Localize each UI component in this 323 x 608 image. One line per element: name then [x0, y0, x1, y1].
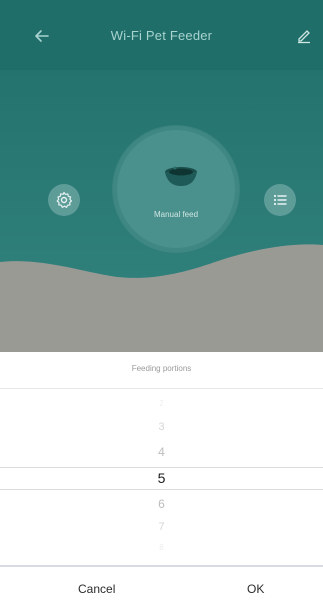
picker-option[interactable]: 3: [0, 421, 323, 433]
selection-line-bottom: [0, 489, 323, 490]
manual-feed-label: Manual feed: [153, 210, 199, 219]
manual-feed-circle: Manual feed: [117, 130, 235, 248]
manual-feed-button[interactable]: Manual feed: [113, 126, 239, 252]
picker-option-selected[interactable]: 5: [0, 470, 323, 486]
portions-picker[interactable]: 2 3 4 5 6 7 8: [0, 389, 323, 565]
feeding-portions-sheet: Feeding portions 2 3 4 5 6 7 8 Cancel OK: [0, 352, 323, 608]
top-bar: Wi-Fi Pet Feeder: [0, 0, 323, 70]
sheet-title: Feeding portions: [131, 364, 192, 373]
picker-option[interactable]: 8: [0, 543, 323, 552]
ok-button[interactable]: OK: [247, 582, 264, 596]
picker-option[interactable]: 2: [0, 399, 323, 408]
feeder-hero: Wi-Fi Pet Feeder Manual feed: [0, 0, 323, 352]
app-screen: Wi-Fi Pet Feeder Manual feed Feeding por…: [0, 0, 323, 608]
cancel-button[interactable]: Cancel: [78, 582, 115, 596]
picker-option[interactable]: 7: [0, 521, 323, 533]
feeding-list-button[interactable]: [264, 184, 296, 216]
pencil-icon: [298, 30, 310, 44]
selection-line-top: [0, 467, 323, 468]
actions-divider: [0, 565, 323, 567]
list-icon: [273, 194, 287, 206]
page-title: Wi-Fi Pet Feeder: [110, 28, 213, 43]
settings-button[interactable]: [48, 184, 80, 216]
picker-option[interactable]: 6: [0, 497, 323, 511]
gear-icon: [56, 191, 73, 208]
edit-button[interactable]: [295, 26, 313, 44]
picker-option[interactable]: 4: [0, 445, 323, 459]
pet-bowl-icon: [165, 166, 197, 186]
